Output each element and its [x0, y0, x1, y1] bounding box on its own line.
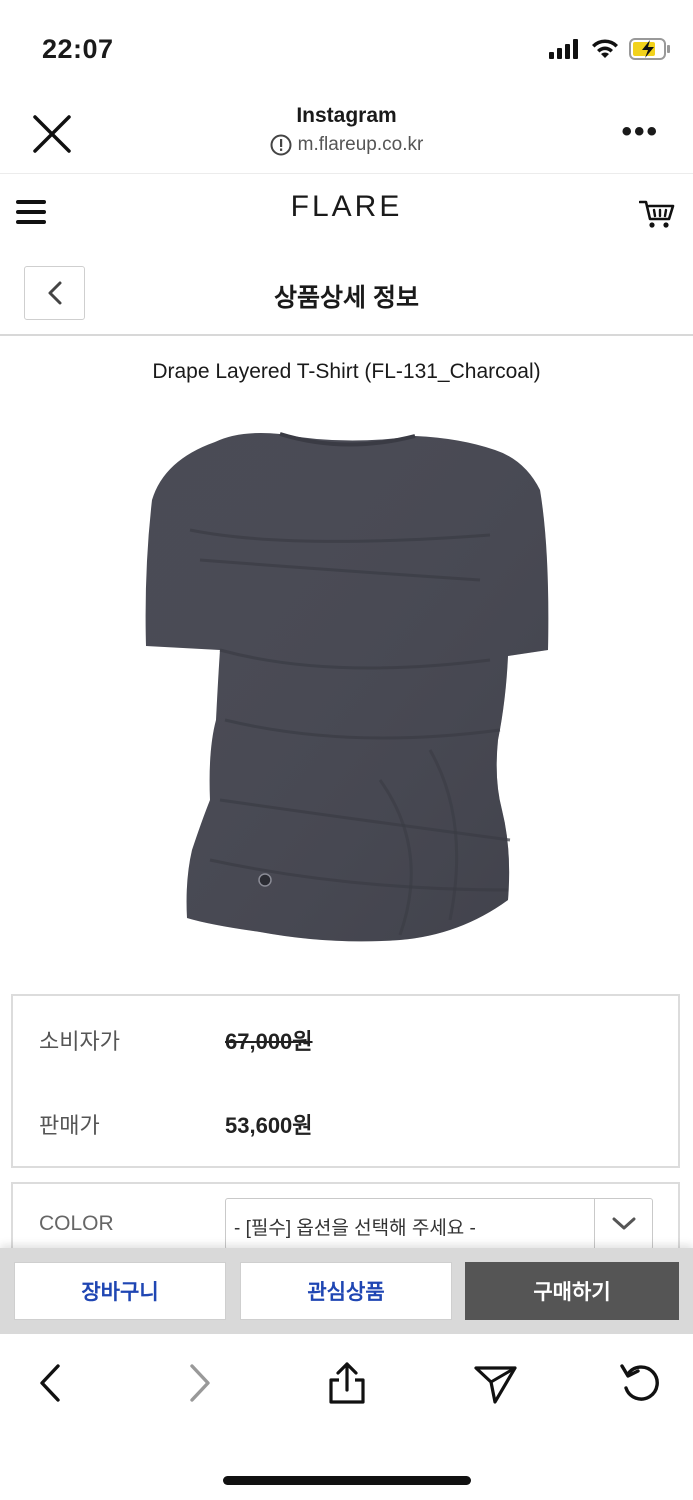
product-name: Drape Layered T-Shirt (FL-131_Charcoal) — [152, 360, 541, 383]
wishlist-button[interactable]: 관심상품 — [240, 1262, 452, 1320]
back-icon[interactable] — [26, 1358, 76, 1408]
url-text: m.flareup.co.kr — [297, 134, 424, 155]
forward-icon[interactable] — [174, 1358, 224, 1408]
cart-icon[interactable] — [639, 198, 675, 230]
chevron-down-icon[interactable] — [594, 1199, 652, 1249]
sale-price-value: 53,600원 — [225, 1113, 313, 1138]
status-time: 22:07 — [42, 34, 114, 64]
consumer-price-label: 소비자가 — [39, 1029, 120, 1054]
browser-url[interactable]: m.flareup.co.kr — [0, 134, 693, 156]
reload-icon[interactable] — [616, 1358, 666, 1408]
price-box: 소비자가 67,000원 판매가 53,600원 — [11, 994, 680, 1168]
share-icon[interactable] — [322, 1358, 372, 1408]
color-select-value: - [필수] 옵션을 선택해 주세요 - — [234, 1218, 476, 1239]
wifi-icon — [592, 39, 618, 58]
browser-toolbar — [0, 1334, 693, 1434]
consumer-price-row: 소비자가 67,000원 — [39, 1024, 313, 1056]
battery-charging-icon — [629, 38, 670, 60]
home-indicator[interactable] — [223, 1476, 471, 1485]
color-select[interactable]: - [필수] 옵션을 선택해 주세요 - — [225, 1198, 653, 1250]
info-icon — [270, 134, 292, 156]
action-bar: 장바구니 관심상품 구매하기 — [0, 1248, 693, 1334]
product-image[interactable] — [130, 420, 560, 950]
send-icon[interactable] — [470, 1358, 520, 1408]
buy-now-button[interactable]: 구매하기 — [465, 1262, 679, 1320]
signal-icon — [549, 39, 578, 59]
status-bar: 22:07 — [0, 0, 693, 96]
page-title-row: 상품상세 정보 — [0, 254, 693, 336]
browser-header: Instagram m.flareup.co.kr ••• — [0, 96, 693, 174]
sale-price-row: 판매가 53,600원 — [39, 1108, 313, 1140]
more-icon[interactable]: ••• — [621, 117, 659, 147]
consumer-price-value: 67,000원 — [225, 1029, 313, 1054]
site-logo[interactable]: FLARE — [0, 190, 693, 224]
site-header: FLARE — [0, 174, 693, 254]
page-title: 상품상세 정보 — [274, 284, 419, 312]
add-to-cart-button[interactable]: 장바구니 — [14, 1262, 226, 1320]
color-option-label: COLOR — [39, 1212, 114, 1235]
browser-title: Instagram — [296, 104, 397, 127]
sale-price-label: 판매가 — [39, 1113, 100, 1138]
status-icons — [549, 38, 671, 60]
